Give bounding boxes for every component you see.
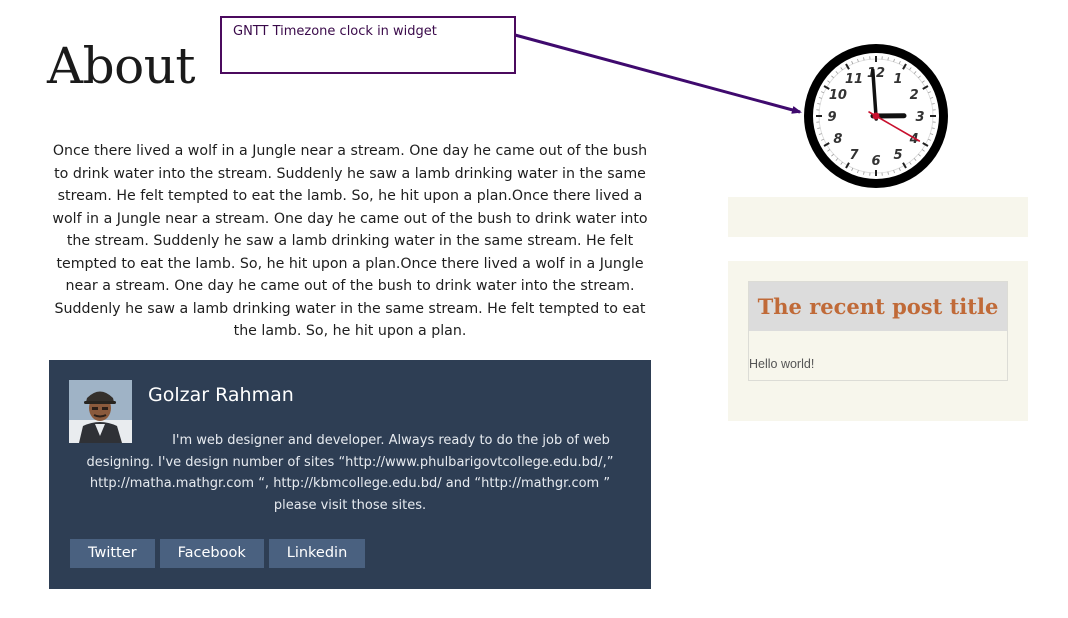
author-bio: I'm web designer and developer. Always r… <box>86 433 614 513</box>
clock-center-pin <box>872 112 880 120</box>
timezone-clock-widget: 12 1 2 3 4 5 6 7 8 9 10 11 <box>803 43 949 189</box>
recent-posts-title: The recent post title <box>757 294 999 319</box>
recent-posts-widget: The recent post title Hello world! <box>728 261 1028 421</box>
twitter-button[interactable]: Twitter <box>70 539 155 568</box>
recent-post-link[interactable]: Hello world! <box>749 357 814 371</box>
clock-numeral: 7 <box>849 148 859 163</box>
page-title: About <box>47 37 196 95</box>
clock-numeral: 9 <box>827 110 836 125</box>
sidebar-widget-strip <box>728 197 1028 237</box>
recent-posts-header: The recent post title <box>749 282 1007 331</box>
recent-posts-panel: The recent post title Hello world! <box>748 281 1008 381</box>
clock-numeral: 12 <box>867 66 885 81</box>
clock-numeral: 6 <box>871 154 880 169</box>
clock-numeral: 11 <box>845 72 863 87</box>
analog-clock: 12 1234567891011 <box>804 44 948 188</box>
post-body: Once there lived a wolf in a Jungle near… <box>52 143 648 339</box>
clock-numeral: 1 <box>893 72 902 87</box>
linkedin-button[interactable]: Linkedin <box>268 539 366 568</box>
author-box: Golzar Rahman I'm web designer and devel… <box>49 360 651 589</box>
clock-numeral: 5 <box>893 148 902 163</box>
clock-numeral: 2 <box>910 88 919 103</box>
clock-numeral: 3 <box>915 110 924 125</box>
clock-numeral: 8 <box>833 132 842 147</box>
clock-numeral: 10 <box>829 88 847 103</box>
annotation-callout: GNTT Timezone clock in widget <box>220 16 516 74</box>
author-name: Golzar Rahman <box>148 384 294 406</box>
social-links: Twitter Facebook Linkedin <box>70 539 366 568</box>
facebook-button[interactable]: Facebook <box>159 539 264 568</box>
annotation-text: GNTT Timezone clock in widget <box>233 24 437 39</box>
